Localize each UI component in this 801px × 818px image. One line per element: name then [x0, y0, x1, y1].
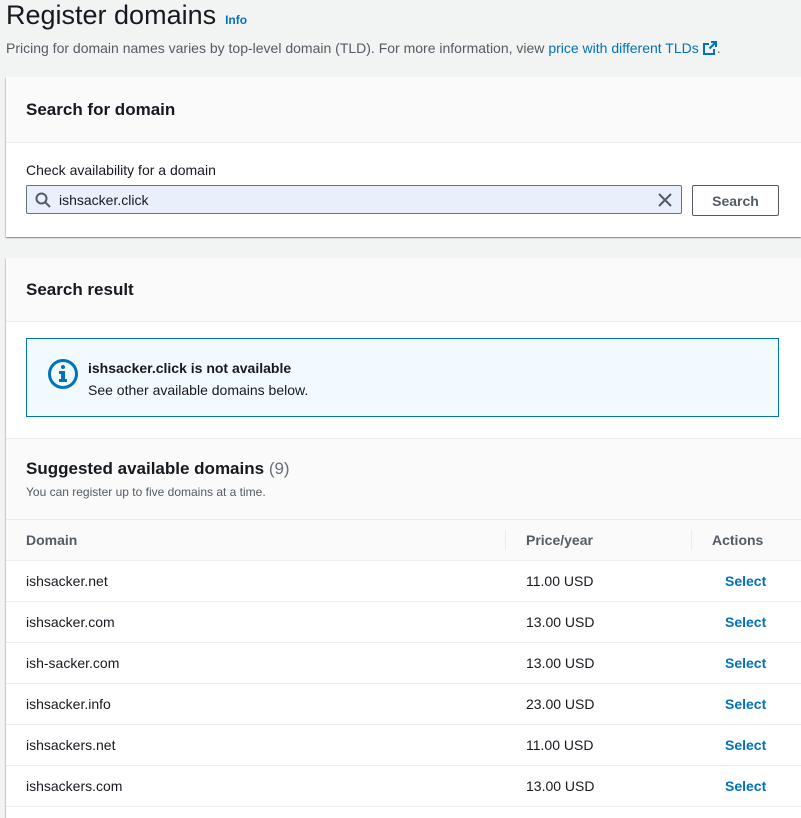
title-row: Register domains Info: [6, 0, 801, 34]
domain-cell: ishsackers.com: [26, 778, 123, 794]
suggested-title-text: Suggested available domains: [26, 459, 265, 478]
unavailable-alert: ishsacker.click is not available See oth…: [26, 338, 779, 417]
search-card-title: Search for domain: [26, 99, 176, 119]
tld-pricing-link-label[interactable]: price with different TLDs: [548, 40, 698, 56]
table-row: ishsacker.com 13.00 USD Select: [6, 602, 801, 643]
page-description: Pricing for domain names varies by top-l…: [6, 39, 801, 57]
price-cell: 11.00 USD: [526, 573, 594, 589]
suggested-domains-table: Domain Price/year Actions ishsacker.net …: [6, 520, 801, 807]
table-row: ishsackers.net 11.00 USD Select: [6, 725, 801, 766]
search-button[interactable]: Search: [692, 185, 779, 216]
domain-field-label: Check availability for a domain: [26, 162, 216, 178]
price-cell: 11.00 USD: [526, 737, 594, 753]
search-icon: [27, 192, 59, 208]
domain-search-input[interactable]: [59, 191, 649, 208]
page-header: Register domains Info Pricing for domain…: [6, 0, 801, 57]
alert-text: See other available domains below.: [88, 382, 309, 398]
domain-cell: ishsacker.net: [26, 573, 108, 589]
suggested-description: You can register up to five domains at a…: [26, 485, 266, 499]
price-cell: 13.00 USD: [526, 778, 595, 794]
price-cell: 23.00 USD: [526, 696, 595, 712]
tld-pricing-link[interactable]: price with different TLDs: [548, 40, 717, 56]
suggested-domains-header: Suggested available domains (9) You can …: [6, 438, 801, 520]
select-button[interactable]: Select: [725, 573, 766, 589]
result-card-title: Search result: [26, 279, 134, 299]
column-header-domain[interactable]: Domain: [26, 532, 77, 548]
select-button[interactable]: Select: [725, 655, 766, 671]
alert-title: ishsacker.click is not available: [88, 360, 292, 376]
price-cell: 13.00 USD: [526, 655, 595, 671]
page-title: Register domains: [6, 0, 217, 30]
search-card: Search for domain Check availability for…: [6, 77, 801, 237]
price-cell: 13.00 USD: [526, 614, 595, 630]
domain-cell: ishsacker.info: [26, 696, 111, 712]
column-header-actions: Actions: [712, 532, 764, 548]
domain-search-box[interactable]: [26, 185, 682, 214]
select-button[interactable]: Select: [725, 614, 766, 630]
table-row: ish-sacker.com 13.00 USD Select: [6, 643, 801, 684]
table-row: ishsacker.info 23.00 USD Select: [6, 684, 801, 725]
clear-icon[interactable]: [649, 192, 681, 208]
column-header-price[interactable]: Price/year: [526, 532, 593, 548]
select-button[interactable]: Select: [725, 778, 766, 794]
description-suffix: .: [716, 40, 721, 56]
table-row: ishsacker.net 11.00 USD Select: [6, 561, 801, 602]
table-header: Domain Price/year Actions: [6, 520, 801, 561]
info-circle-icon: [48, 359, 78, 389]
domain-cell: ishsacker.com: [26, 614, 115, 630]
domain-cell: ish-sacker.com: [26, 655, 120, 671]
column-divider[interactable]: [691, 530, 692, 550]
select-button[interactable]: Select: [725, 737, 766, 753]
table-row: ishsackers.com 13.00 USD Select: [6, 766, 801, 807]
suggested-count: (9): [268, 459, 290, 478]
column-divider[interactable]: [505, 530, 506, 550]
external-link-icon[interactable]: [702, 41, 717, 55]
suggested-domains-title: Suggested available domains (9): [26, 459, 290, 479]
result-card: Search result ishsacker.click is not ava…: [6, 258, 801, 818]
result-card-header: Search result: [6, 258, 801, 322]
select-button[interactable]: Select: [725, 696, 766, 712]
search-card-header: Search for domain: [6, 77, 801, 143]
info-link[interactable]: Info: [225, 13, 247, 27]
domain-cell: ishsackers.net: [26, 737, 116, 753]
description-text: Pricing for domain names varies by top-l…: [6, 40, 549, 56]
